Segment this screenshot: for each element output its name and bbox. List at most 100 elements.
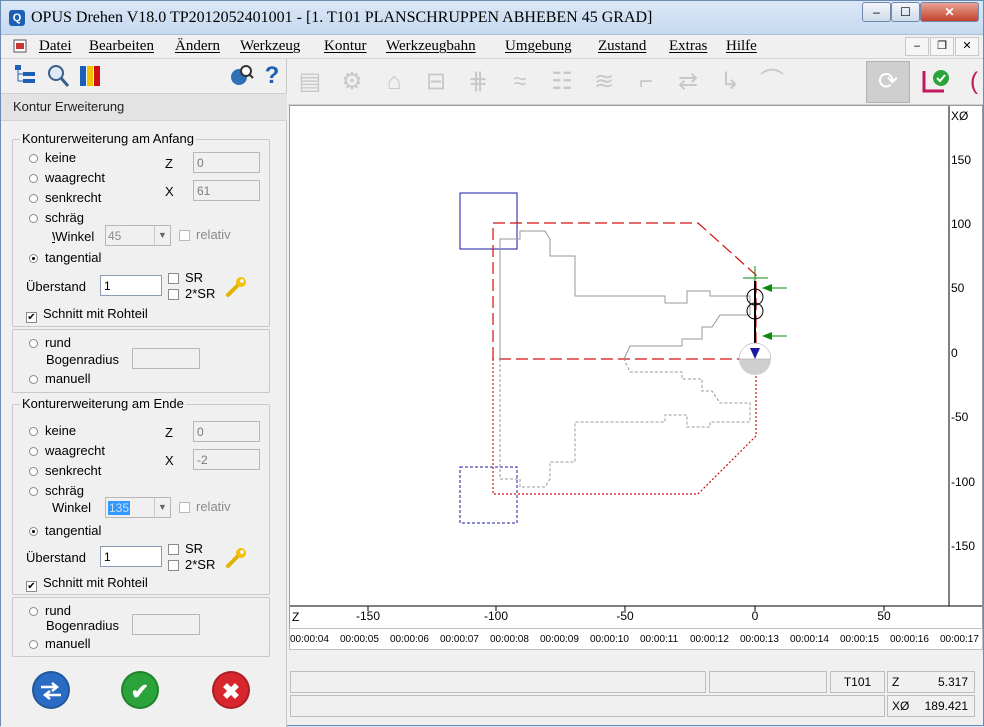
wrench-icon[interactable] [225,547,249,569]
checkbox-icon[interactable]: ✔ [26,581,37,592]
radio-icon[interactable] [29,254,38,263]
radio-start-rund[interactable]: rund [29,335,71,350]
sr-checkbox-start[interactable]: SR [168,270,203,285]
chuck-icon[interactable]: ⌂ [378,67,410,97]
radio-icon[interactable] [29,640,38,649]
radio-start-waagrecht[interactable]: waagrecht [29,170,105,185]
mdi-minimize-button[interactable]: – [905,37,929,56]
stock-icon[interactable]: ⋕ [462,67,494,97]
radio-end-rund[interactable]: rund [29,603,71,618]
menu-kontur[interactable]: Kontur [324,38,367,55]
radio-icon[interactable] [29,375,38,384]
radio-icon[interactable] [29,467,38,476]
contour-icon[interactable]: ≈ [504,67,536,97]
radio-start-senkrecht[interactable]: senkrecht [29,190,101,205]
checkbox-icon[interactable]: ✔ [26,312,37,323]
menu-datei[interactable]: Datei [39,38,71,55]
machine-icon[interactable]: ▤ [294,67,326,97]
radio-end-manuell[interactable]: manuell [29,636,91,651]
winkel-select-start[interactable]: 45 ▼ [105,225,171,246]
checkbox-icon[interactable] [179,230,190,241]
transfer-button[interactable] [32,671,70,709]
menu-aendern[interactable]: Ändern [175,38,220,55]
help-icon[interactable]: ? [259,63,285,89]
mdi-close-button[interactable]: ✕ [955,37,979,56]
bogenradius-field-end[interactable] [132,614,200,635]
radio-icon[interactable] [29,339,38,348]
sr2-checkbox-end[interactable]: 2*SR [168,557,215,572]
cancel-button[interactable]: ✖ [212,671,250,709]
tree-icon[interactable] [13,63,39,89]
chevron-down-icon[interactable]: ▼ [154,498,170,517]
relativ-checkbox-start[interactable]: relativ [179,227,231,242]
radio-start-tangential[interactable]: tangential [29,250,101,265]
profile-icon[interactable]: ↳ [714,67,746,97]
menu-extras[interactable]: Extras [669,38,707,55]
radio-icon[interactable] [29,194,38,203]
menu-bearbeiten[interactable]: Bearbeiten [89,38,154,55]
x-field-end[interactable]: -2 [193,449,260,470]
document-icon[interactable] [13,39,29,54]
simulation-canvas[interactable]: -150 -100 -50 0 50 150 100 50 0 -50 -100 -150 Z XØ [289,105,983,629]
radio-icon[interactable] [29,607,38,616]
radio-icon[interactable] [29,447,38,456]
maximize-button[interactable]: ☐ [891,2,920,22]
ueberstand-field-end[interactable]: 1 [100,546,162,567]
globe-search-icon[interactable] [229,63,255,89]
wrench-icon[interactable] [225,276,249,298]
menu-werkzeugbahn[interactable]: Werkzeugbahn [386,38,476,55]
tool-list-icon[interactable]: ☷ [546,67,578,97]
menu-werkzeug[interactable]: Werkzeug [240,38,300,55]
radio-icon[interactable] [29,174,38,183]
tool-icon[interactable]: ⌐ [630,67,662,97]
z-field-end[interactable]: 0 [193,421,260,442]
radio-end-tangential[interactable]: tangential [29,523,101,538]
checkbox-icon[interactable] [168,560,179,571]
menu-hilfe[interactable]: Hilfe [726,38,757,55]
checkbox-icon[interactable] [168,289,179,300]
toolpath-icon[interactable]: ≋ [588,67,620,97]
schnitt-checkbox-end[interactable]: ✔ Schnitt mit Rohteil [26,575,148,592]
radio-start-schraeg[interactable]: schräg [29,210,84,225]
x-field-start[interactable]: 61 [193,180,260,201]
close-button[interactable]: ✕ [920,2,979,22]
app-icon[interactable]: Q [9,10,25,26]
radio-end-waagrecht[interactable]: waagrecht [29,443,105,458]
curve-extra-icon[interactable]: ( [958,67,984,97]
mdi-restore-button[interactable]: ❐ [930,37,954,56]
radio-start-keine[interactable]: keine [29,150,76,165]
zoom-search-icon[interactable] [45,63,71,89]
radio-start-manuell[interactable]: manuell [29,371,91,386]
turret-icon[interactable]: ⚙ [336,67,368,97]
radio-end-keine[interactable]: keine [29,423,76,438]
sr-checkbox-end[interactable]: SR [168,541,203,556]
part-icon[interactable]: ⊟ [420,67,452,97]
radio-icon[interactable] [29,154,38,163]
checkbox-icon[interactable] [179,502,190,513]
ueberstand-field-start[interactable]: 1 [100,275,162,296]
curve-icon[interactable]: ⌒ [756,67,788,97]
schnitt-checkbox-start[interactable]: ✔ Schnitt mit Rohteil [26,306,148,323]
ok-button[interactable]: ✔ [121,671,159,709]
radio-end-schraeg[interactable]: schräg [29,483,84,498]
winkel-select-end[interactable]: 135 ▼ [105,497,171,518]
chevron-down-icon[interactable]: ▼ [154,226,170,245]
checkbox-icon[interactable] [168,273,179,284]
bogenradius-field-start[interactable] [132,348,200,369]
relativ-checkbox-end[interactable]: relativ [179,499,231,514]
sr2-checkbox-start[interactable]: 2*SR [168,286,215,301]
color-palette-icon[interactable] [77,63,103,89]
simulation-icon[interactable] [920,67,952,97]
menu-zustand[interactable]: Zustand [598,38,646,55]
radio-icon[interactable] [29,527,38,536]
radio-icon[interactable] [29,214,38,223]
menu-umgebung[interactable]: Umgebung [505,38,572,55]
radio-icon[interactable] [29,487,38,496]
time-ruler[interactable]: 00:00:04 00:00:05 00:00:06 00:00:07 00:00:08… [289,628,983,650]
checkbox-icon[interactable] [168,544,179,555]
radio-end-senkrecht[interactable]: senkrecht [29,463,101,478]
minimize-button[interactable]: – [862,2,891,22]
shift-icon[interactable]: ⇄ [672,67,704,97]
z-field-start[interactable]: 0 [193,152,260,173]
rotate-icon[interactable]: ⟳ [866,61,910,103]
